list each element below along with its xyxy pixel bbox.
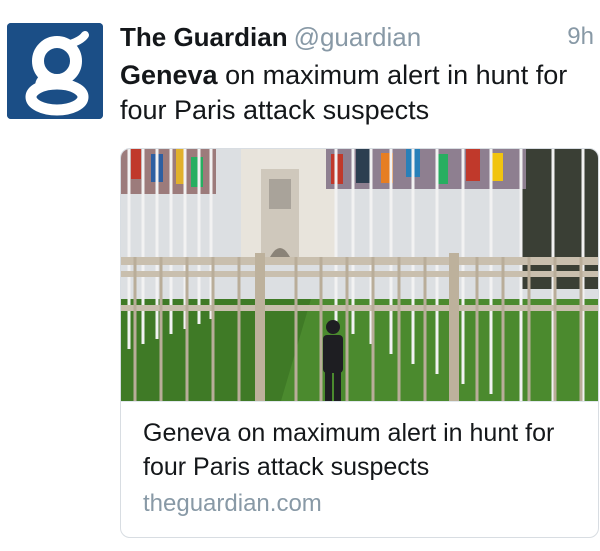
card-image[interactable] bbox=[121, 149, 598, 401]
author-handle[interactable]: @guardian bbox=[294, 22, 422, 52]
author-name[interactable]: The Guardian bbox=[120, 22, 288, 52]
tweet-timestamp[interactable]: 9h bbox=[567, 20, 594, 54]
tweet-text: Geneva on maximum alert in hunt for four… bbox=[120, 58, 590, 128]
card-title[interactable]: Geneva on maximum alert in hunt for four… bbox=[143, 416, 576, 484]
tweet-header: The Guardian @guardian 9h bbox=[120, 20, 594, 54]
avatar[interactable] bbox=[7, 23, 103, 119]
card-domain[interactable]: theguardian.com bbox=[143, 488, 576, 520]
tweet-text-bold: Geneva bbox=[120, 60, 218, 90]
tweet[interactable]: The Guardian @guardian 9h Geneva on maxim… bbox=[0, 0, 600, 551]
link-card[interactable]: Geneva on maximum alert in hunt for four… bbox=[120, 148, 599, 538]
guardian-logo-icon bbox=[7, 23, 103, 119]
card-body[interactable]: Geneva on maximum alert in hunt for four… bbox=[121, 401, 598, 537]
